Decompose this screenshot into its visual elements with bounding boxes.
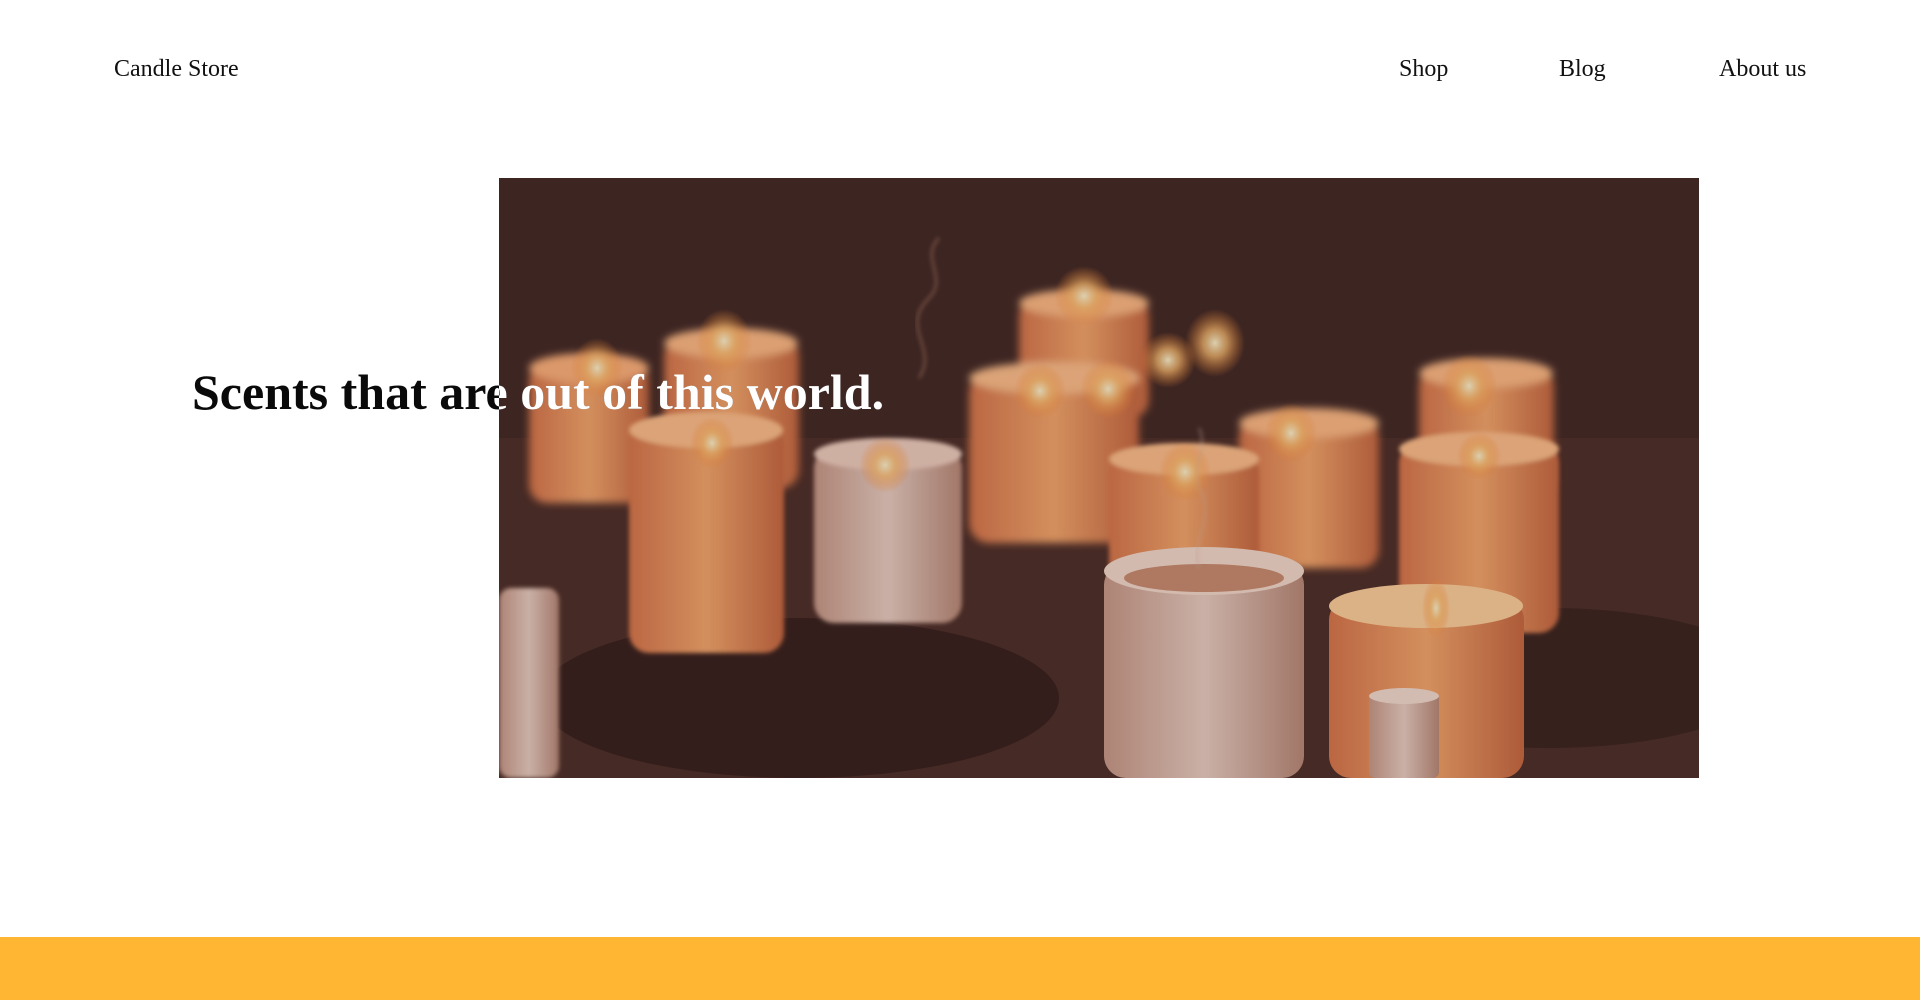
hero-headline-wrap: Scents that are out of this world. Scent… xyxy=(192,360,1192,430)
page: Candle Store Shop Blog About us Scents t… xyxy=(0,0,1920,1000)
brand-logo-link[interactable]: Candle Store xyxy=(114,56,239,83)
nav-link-about-us[interactable]: About us xyxy=(1719,56,1806,83)
candles-illustration xyxy=(499,178,1699,778)
nav-link-blog[interactable]: Blog xyxy=(1559,56,1606,83)
hero-candles-image xyxy=(499,178,1699,778)
nav-link-shop[interactable]: Shop xyxy=(1399,56,1448,83)
main-nav: Shop Blog About us xyxy=(1300,56,1860,88)
footer-bar xyxy=(0,937,1920,1000)
